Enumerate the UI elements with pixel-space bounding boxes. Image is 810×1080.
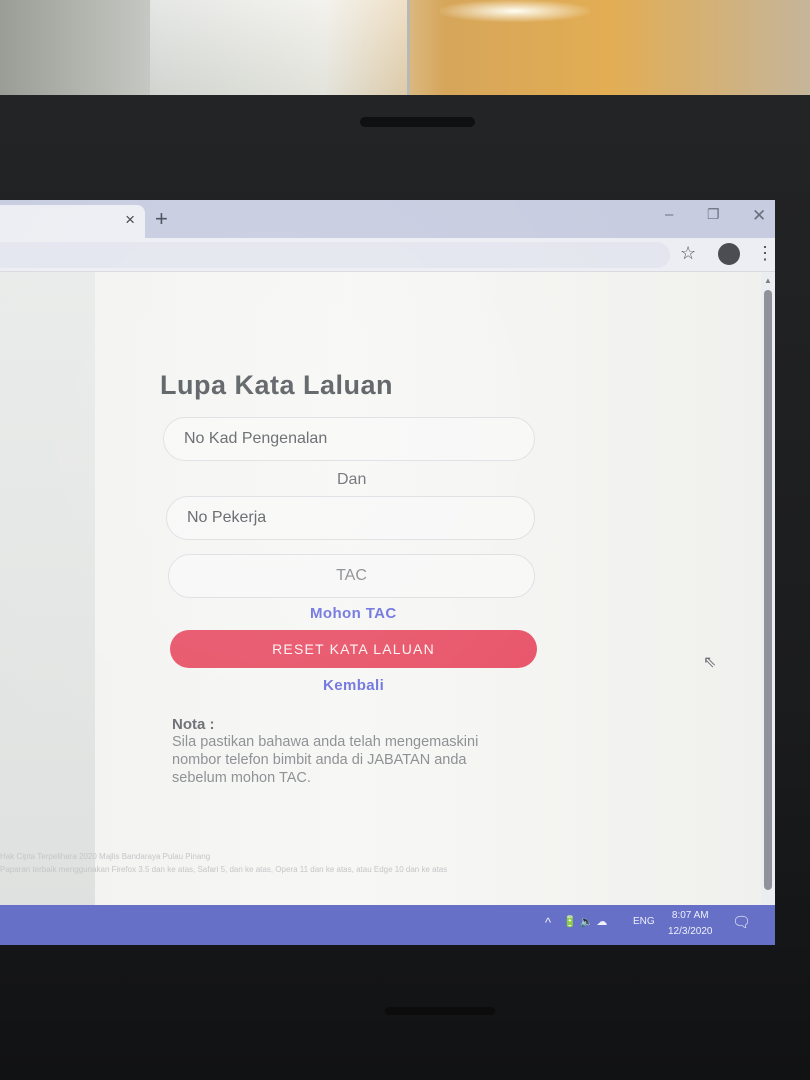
notification-center-icon[interactable]: 🗨 — [732, 913, 751, 931]
note-text: Sila pastikan bahawa anda telah mengemas… — [172, 734, 479, 786]
background-ceiling-light — [440, 0, 590, 22]
employee-number-placeholder: No Pekerja — [187, 509, 267, 526]
ic-number-input[interactable]: No Kad Pengenalan — [163, 417, 535, 461]
bookmark-star-icon[interactable]: ☆ — [680, 243, 696, 264]
laptop-hinge — [385, 1007, 495, 1015]
browser-menu-icon[interactable]: ⋮ — [756, 243, 774, 264]
tray-status-icons[interactable]: 🔋🔈☁ — [563, 915, 610, 928]
page-viewport: Lupa Kata Laluan No Kad Pengenalan Dan N… — [0, 272, 775, 912]
laptop-screen: × + – ❐ ✕ ☆ ⋮ Lupa Kata Laluan No Kad Pe… — [0, 200, 775, 945]
browser-toolbar: ☆ ⋮ — [0, 238, 775, 272]
profile-avatar-icon[interactable] — [718, 243, 740, 265]
scrollbar-thumb[interactable] — [764, 290, 772, 890]
scroll-up-icon[interactable]: ▲ — [764, 276, 772, 285]
background-room — [0, 0, 810, 110]
window-restore-icon[interactable]: ❐ — [707, 206, 720, 223]
new-tab-icon[interactable]: + — [155, 206, 168, 232]
clock-date: 12/3/2020 — [668, 926, 713, 937]
window-close-icon[interactable]: ✕ — [752, 206, 766, 226]
request-tac-link[interactable]: Mohon TAC — [310, 605, 397, 622]
windows-taskbar: ^ 🔋🔈☁ ENG 8:07 AM 12/3/2020 🗨 — [0, 905, 775, 945]
background-glass-partition — [150, 0, 410, 100]
window-minimize-icon[interactable]: – — [665, 206, 673, 223]
tac-input[interactable]: TAC — [168, 554, 535, 598]
address-bar[interactable] — [0, 242, 670, 268]
webcam-housing — [360, 117, 475, 127]
page-scrollbar[interactable]: ▲ — [761, 272, 775, 912]
browser-tab-active[interactable]: × — [0, 205, 145, 238]
note-label: Nota : — [172, 716, 215, 733]
tab-close-icon[interactable]: × — [125, 210, 135, 230]
left-decorative-panel — [0, 272, 95, 912]
browser-tab-strip: × + – ❐ ✕ — [0, 200, 775, 238]
page-title: Lupa Kata Laluan — [160, 370, 394, 400]
back-link[interactable]: Kembali — [323, 677, 384, 694]
reset-password-button[interactable]: RESET KATA LALUAN — [170, 630, 537, 668]
language-indicator[interactable]: ENG — [633, 916, 655, 927]
tray-expand-icon[interactable]: ^ — [545, 915, 551, 930]
tac-placeholder: TAC — [336, 567, 367, 584]
clock-time: 8:07 AM — [671, 910, 709, 921]
ic-number-placeholder: No Kad Pengenalan — [184, 430, 328, 447]
mouse-cursor-icon: ⇖ — [703, 654, 717, 671]
field-separator-text: Dan — [337, 471, 367, 488]
employee-number-input[interactable]: No Pekerja — [166, 496, 535, 540]
footer-copyright: Hak Cipta Terpelihara 2020 Majlis Bandar… — [0, 852, 211, 861]
clock[interactable]: 8:07 AM 12/3/2020 — [668, 908, 713, 940]
footer-browser-note: Paparan terbaik menggunakan Firefox 3.5 … — [0, 865, 448, 874]
